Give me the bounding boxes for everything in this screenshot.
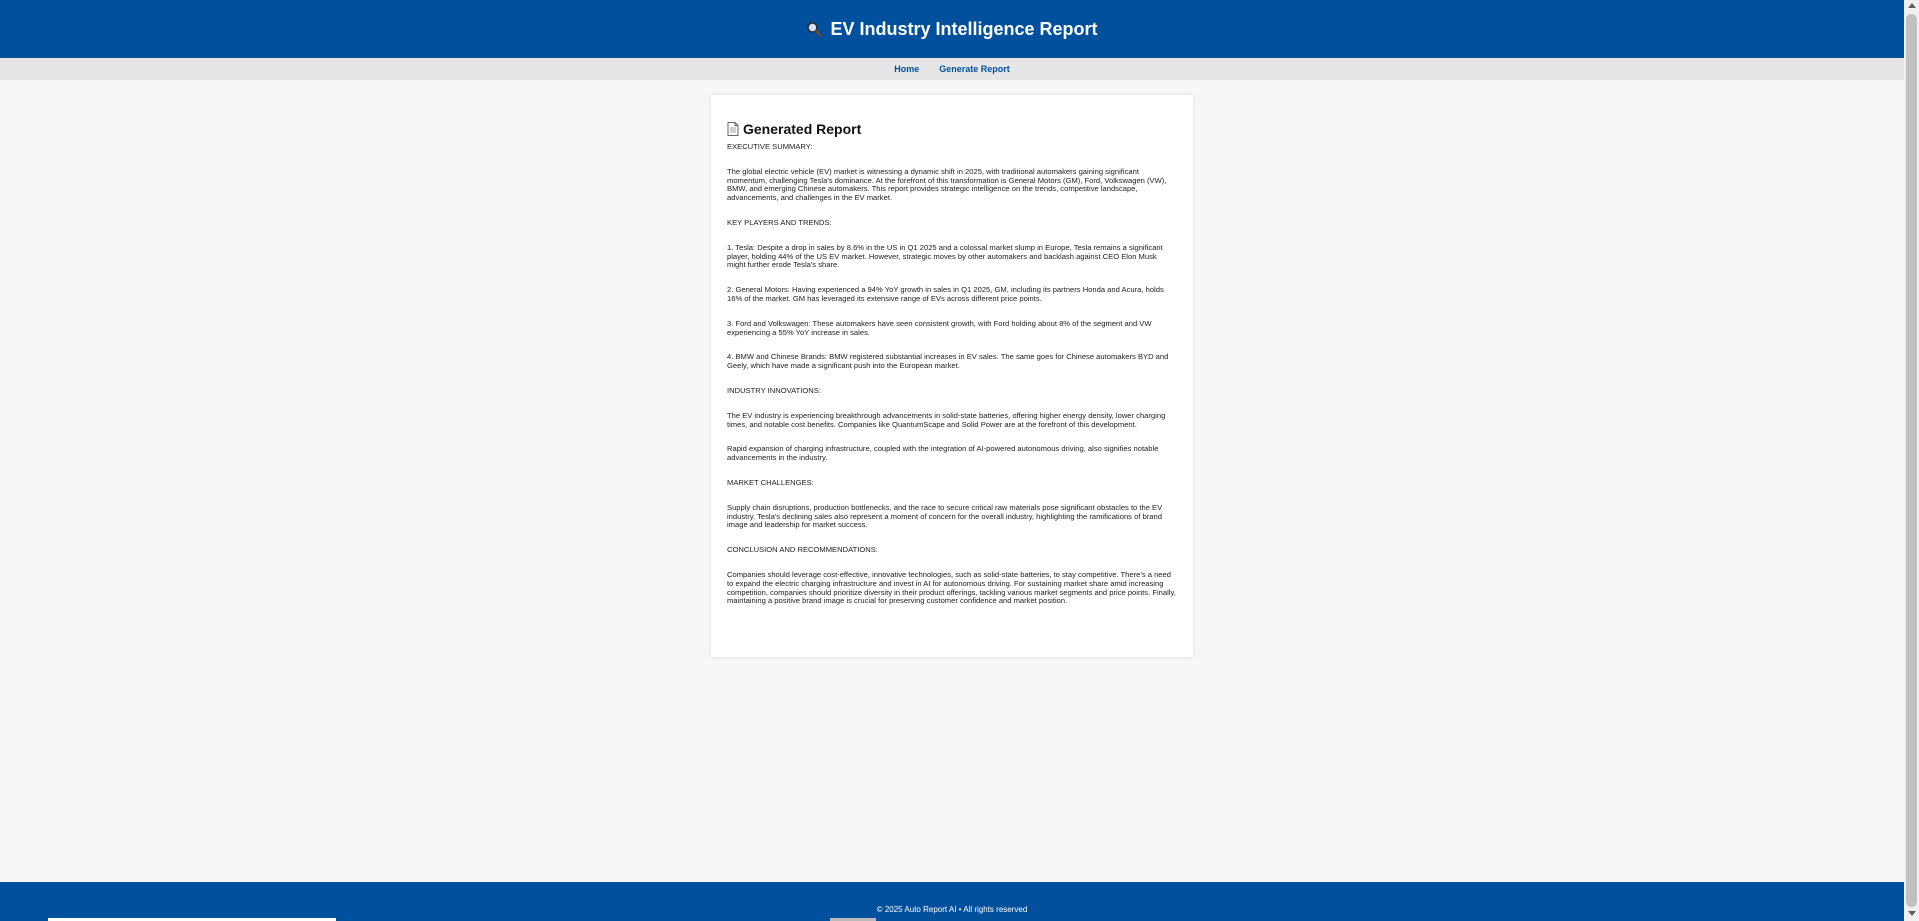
report-paragraph: Supply chain disruptions, production bot…	[727, 502, 1163, 530]
footer-text: © 2025 Auto Report AI • All rights reser…	[876, 905, 1028, 914]
report-paragraph: The EV industry is experiencing breakthr…	[727, 410, 1166, 429]
scrollbar-thumb[interactable]	[1906, 14, 1917, 907]
report-paragraph: 2. General Motors: Having experienced a …	[727, 285, 1164, 303]
vertical-scrollbar[interactable]	[1904, 0, 1919, 921]
top-nav: Home Generate Report	[0, 58, 1904, 80]
document-icon	[727, 122, 739, 136]
page-footer: © 2025 Auto Report AI • All rights reser…	[0, 882, 1904, 921]
report-paragraph: 1. Tesla: Despite a drop in sales by 8.6…	[727, 242, 1163, 270]
scroll-up-icon[interactable]	[1908, 3, 1916, 8]
report-paragraph: 4. BMW and Chinese Brands: BMW registere…	[727, 352, 1169, 371]
report-card: Generated Report EXECUTIVE SUMMARY: The …	[711, 95, 1193, 657]
nav-generate-report-link[interactable]: Generate Report	[939, 64, 1010, 74]
report-body: EXECUTIVE SUMMARY: The global electric v…	[727, 142, 1177, 606]
browser-viewport: EV Industry Intelligence Report Home Gen…	[0, 0, 1904, 921]
section-heading: MARKET CHALLENGES:	[727, 477, 814, 487]
section-heading: KEY PLAYERS AND TRENDS:	[727, 217, 832, 227]
app-title-text: EV Industry Intelligence Report	[830, 18, 1098, 39]
report-paragraph: Rapid expansion of charging infrastructu…	[727, 444, 1159, 463]
report-paragraph: Companies should leverage cost-effective…	[727, 569, 1176, 606]
report-paragraph: 3. Ford and Volkswagen: These automakers…	[727, 318, 1152, 337]
section-heading: INDUSTRY INNOVATIONS:	[727, 385, 821, 395]
report-heading: Generated Report	[727, 121, 1177, 137]
app-title: EV Industry Intelligence Report	[806, 18, 1098, 40]
app-header: EV Industry Intelligence Report	[0, 0, 1904, 58]
scroll-down-icon[interactable]	[1908, 911, 1916, 916]
magnifier-icon	[806, 21, 823, 37]
nav-home-link[interactable]: Home	[894, 64, 919, 74]
section-heading: EXECUTIVE SUMMARY:	[727, 142, 813, 151]
report-paragraph: The global electric vehicle (EV) market …	[727, 166, 1167, 203]
section-heading: CONCLUSION AND RECOMMENDATIONS:	[727, 545, 878, 555]
report-heading-text: Generated Report	[743, 121, 862, 137]
